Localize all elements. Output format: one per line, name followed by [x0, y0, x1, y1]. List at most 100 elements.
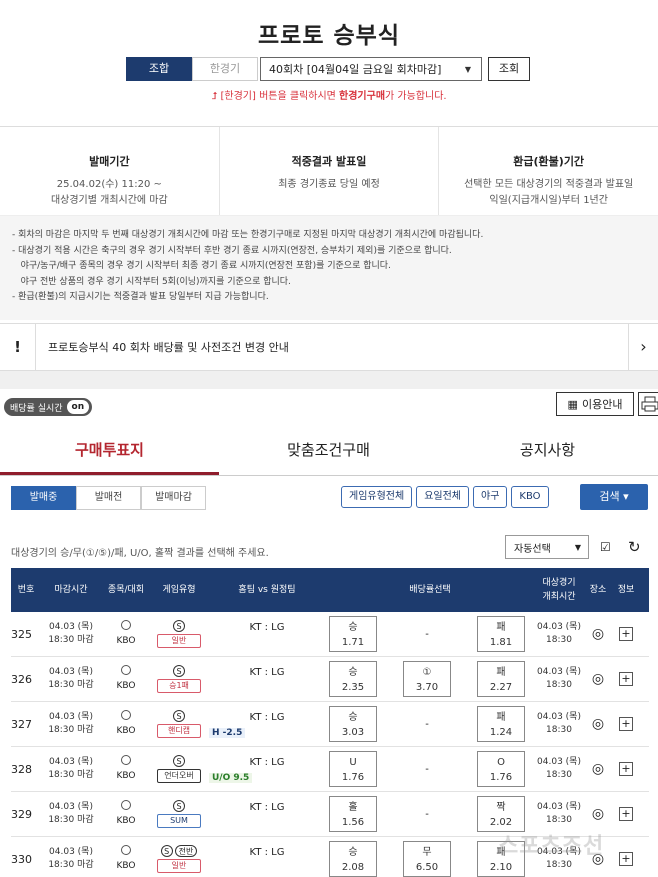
- odds-home-button[interactable]: U 1.76: [329, 751, 377, 787]
- odds-label: 승: [348, 712, 358, 723]
- league-label: KBO: [116, 681, 136, 691]
- sale-period: 발매기간 25.04.02(수) 11:20 ~ 대상경기별 개최시간에 마감: [0, 127, 220, 215]
- plus-icon[interactable]: +: [619, 852, 633, 866]
- print-button[interactable]: [638, 392, 658, 416]
- odds-value: 2.27: [489, 682, 513, 693]
- plus-icon[interactable]: +: [619, 627, 633, 641]
- close-date: 04.03 (목): [49, 712, 93, 722]
- location-pin-icon[interactable]: ◎: [585, 671, 611, 687]
- printer-icon: [641, 396, 658, 412]
- odds-value: 1.56: [341, 817, 365, 828]
- usage-guide-button[interactable]: ▦ 이용안내: [556, 392, 634, 416]
- sale-period-line: 25.04.02(수) 11:20 ~: [56, 179, 162, 190]
- info-cell: +: [611, 627, 641, 641]
- info-cell: +: [611, 807, 641, 821]
- location-pin-icon[interactable]: ◎: [585, 716, 611, 732]
- filter-league[interactable]: KBO: [511, 486, 549, 508]
- refund-period: 환급(환불)기간 선택한 모든 대상경기의 적중결과 발표일 익일(지급개시일)…: [439, 127, 658, 215]
- table-row: 328 04.03 (목) 18:30 마감 KBO S 언더오버 KT : LG U/O 9…: [11, 747, 649, 792]
- col-game-type: 게임유형: [162, 585, 196, 595]
- location-pin-icon[interactable]: ◎: [585, 761, 611, 777]
- league-label: KBO: [116, 816, 136, 826]
- auto-select-dropdown[interactable]: 자동선택 ▼: [505, 535, 589, 559]
- odds-away-button[interactable]: 패 1.24: [477, 706, 525, 742]
- tab-notices[interactable]: 공지사항: [438, 428, 657, 475]
- odds-away-button[interactable]: 패 1.81: [477, 616, 525, 652]
- result-date-line: 최종 경기종료 당일 예정: [278, 179, 380, 190]
- odds-label: 짝: [496, 802, 506, 813]
- odds-away-button[interactable]: O 1.76: [477, 751, 525, 787]
- odds-home-button[interactable]: 승 2.35: [329, 661, 377, 697]
- info-cell: +: [611, 852, 641, 866]
- odds-label: 승: [348, 622, 358, 633]
- col-number: 번호: [17, 585, 35, 595]
- match-cell: KT : LG: [207, 612, 327, 657]
- game-type-cell: S 핸디캡: [151, 710, 207, 738]
- round-select[interactable]: 40회차 [04월04일 금요일 회차마감] ▼: [260, 57, 482, 81]
- odds-home-button[interactable]: 승 2.08: [329, 841, 377, 877]
- filter-check-icon[interactable]: ☑: [600, 540, 611, 554]
- odds-away-button[interactable]: 패 2.27: [477, 661, 525, 697]
- sport-cell: KBO: [101, 845, 151, 873]
- odds-away-button[interactable]: 짝 2.02: [477, 796, 525, 832]
- game-type-label: SUM: [157, 814, 201, 828]
- chevron-down-icon: ▼: [574, 542, 581, 552]
- filter-game-type[interactable]: 게임유형전체: [341, 486, 413, 508]
- odds-home-button[interactable]: 승 3.03: [329, 706, 377, 742]
- combo-mode-button[interactable]: 조합: [126, 57, 192, 81]
- location-pin-icon[interactable]: ◎: [585, 626, 611, 642]
- match-teams: KT : LG: [249, 666, 285, 678]
- announcement-bar[interactable]: ! 프로토승부식 40 회차 배당률 및 사전조건 변경 안내 ›: [0, 323, 658, 371]
- odds-home-button[interactable]: 홀 1.56: [329, 796, 377, 832]
- plus-icon[interactable]: +: [619, 807, 633, 821]
- game-time: 04.03 (목) 18:30: [533, 756, 585, 782]
- auto-select-value: 자동선택: [514, 543, 551, 555]
- tab-custom-purchase[interactable]: 맞춤조건구매: [219, 428, 438, 475]
- refresh-icon[interactable]: ↻: [628, 538, 641, 556]
- odds-home-button[interactable]: 승 1.71: [329, 616, 377, 652]
- s-badge-icon: S: [173, 665, 185, 677]
- baseball-icon: [121, 755, 131, 765]
- game-number: 327: [11, 717, 32, 731]
- game-date: 04.03 (목): [537, 712, 581, 722]
- location-pin-icon[interactable]: ◎: [585, 806, 611, 822]
- close-date: 04.03 (목): [49, 802, 93, 812]
- search-button[interactable]: 검색 ▾: [580, 484, 648, 510]
- close-date: 04.03 (목): [49, 847, 93, 857]
- tab-purchase-slip[interactable]: 구매투표지: [0, 428, 219, 475]
- notice-emphasis: 한경기구매: [339, 91, 386, 102]
- realtime-odds-toggle[interactable]: 배당률 실시간 on: [4, 398, 93, 416]
- lookup-button[interactable]: 조회: [488, 57, 530, 81]
- rule-line: - 환급(환불)의 지급시기는 적중결과 발표 당일부터 지급 가능합니다.: [12, 292, 269, 302]
- status-tab-before-sale[interactable]: 발매전: [76, 486, 141, 510]
- rule-line: - 대상경기 적용 시간은 축구의 경우 경기 시작부터 후반 경기 종료 시까…: [12, 245, 452, 256]
- selection-hint: 대상경기의 승/무(①/⑤)/패, U/O, 홀짝 결과를 선택해 주세요.: [11, 548, 269, 559]
- info-cell: +: [611, 717, 641, 731]
- main-tabs: 구매투표지 맞춤조건구매 공지사항: [0, 428, 658, 476]
- game-hour: 18:30: [546, 680, 572, 690]
- single-game-mode-button[interactable]: 한경기: [192, 57, 258, 81]
- table-row: 327 04.03 (목) 18:30 마감 KBO S 핸디캡 KT : LG H -2.5…: [11, 702, 649, 747]
- round-select-value: 40회차 [04월04일 금요일 회차마감]: [269, 63, 442, 76]
- game-date: 04.03 (목): [537, 667, 581, 677]
- odds-draw-button[interactable]: ① 3.70: [403, 661, 451, 697]
- filter-sport[interactable]: 야구: [473, 486, 508, 508]
- plus-icon[interactable]: +: [619, 762, 633, 776]
- close-time: 04.03 (목) 18:30 마감: [41, 621, 101, 647]
- league-label: KBO: [116, 636, 136, 646]
- filter-day[interactable]: 요일전체: [416, 486, 470, 508]
- sport-cell: KBO: [101, 755, 151, 783]
- sale-status-tabs: 발매중 발매전 발매마감: [11, 486, 206, 510]
- game-type-cell: S 승1패: [151, 665, 207, 693]
- game-type-label: 핸디캡: [157, 724, 201, 738]
- status-tab-on-sale[interactable]: 발매중: [11, 486, 76, 510]
- match-teams: KT : LG: [249, 711, 285, 723]
- status-tab-closed[interactable]: 발매마감: [141, 486, 206, 510]
- close-time: 04.03 (목) 18:30 마감: [41, 711, 101, 737]
- realtime-label: 배당률 실시간: [10, 403, 63, 414]
- plus-icon[interactable]: +: [619, 717, 633, 731]
- plus-icon[interactable]: +: [619, 672, 633, 686]
- rule-line: 야구/농구/배구 종목의 경우 경기 시작부터 최종 경기 종료 시까지(연장전…: [12, 261, 391, 271]
- close-time: 04.03 (목) 18:30 마감: [41, 666, 101, 692]
- odds-draw-button[interactable]: 무 6.50: [403, 841, 451, 877]
